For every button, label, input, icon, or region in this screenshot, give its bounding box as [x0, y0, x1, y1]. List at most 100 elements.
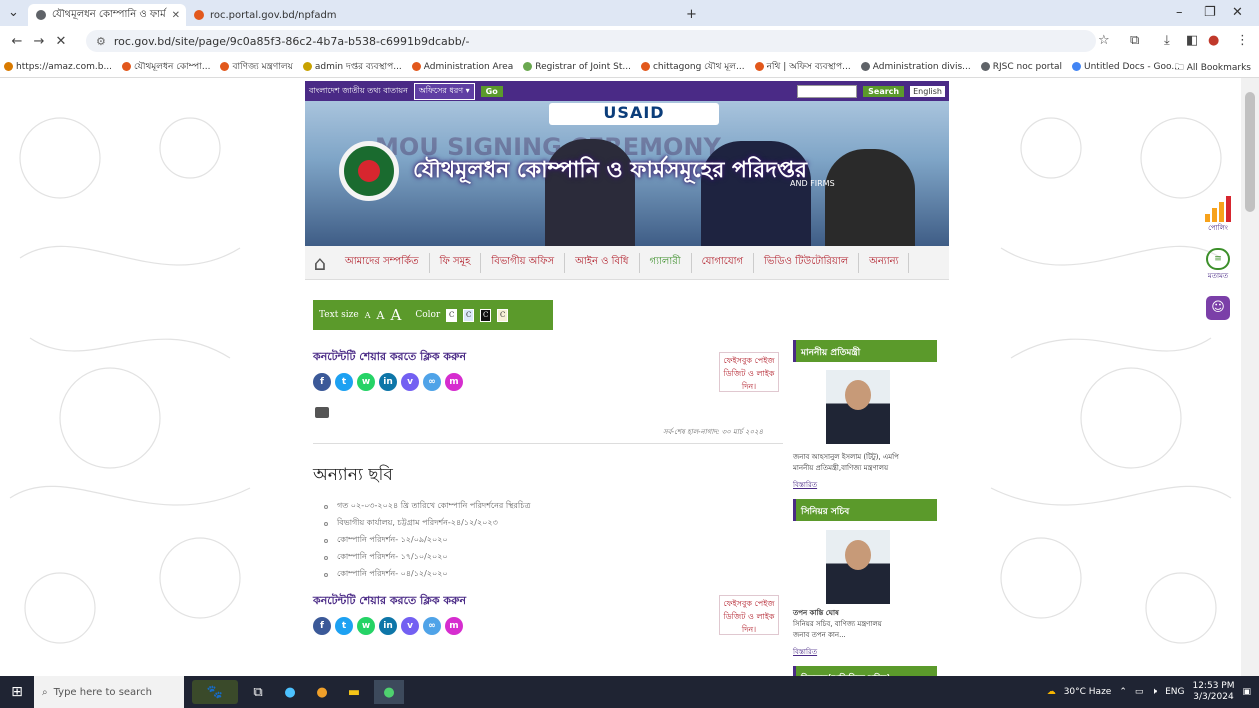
- windows-start-icon[interactable]: ⊞: [0, 684, 34, 700]
- edge-icon[interactable]: ●: [278, 680, 302, 704]
- weather-text[interactable]: 30°C Haze: [1064, 687, 1112, 697]
- new-tab-button[interactable]: +: [686, 7, 697, 22]
- viber-icon[interactable]: v: [401, 617, 419, 635]
- color-swatch-black[interactable]: C: [480, 308, 492, 322]
- list-item[interactable]: কোম্পানি পরিদর্শন- ০৪/১২/২০২০: [313, 566, 783, 583]
- whatsapp-icon[interactable]: w: [357, 373, 375, 391]
- tab-roc-site[interactable]: যৌথমূলধন কোম্পানি ও ফার্ম ✕: [28, 4, 186, 26]
- bookmark-item[interactable]: যৌথমূলধন কোম্পা...: [122, 59, 210, 74]
- task-view-icon[interactable]: ⧉: [246, 680, 270, 704]
- nav-item[interactable]: ফি সমূহ: [430, 252, 482, 273]
- tab-roc-portal[interactable]: roc.portal.gov.bd/npfadmin/pu ✕: [186, 4, 336, 26]
- chrome-icon[interactable]: ●: [374, 680, 404, 704]
- facebook-page-box[interactable]: ফেইসবুক পেইজ ডিজিট ও লাইক দিন।: [719, 352, 779, 392]
- color-swatch-yellow[interactable]: C: [497, 308, 509, 322]
- stop-icon[interactable]: ✕: [50, 34, 72, 49]
- menu-icon[interactable]: ⋮: [1236, 33, 1249, 48]
- link-icon[interactable]: ∞: [423, 373, 441, 391]
- list-item[interactable]: কোম্পানি পরিদর্শন- ১২/০৯/২০২০: [313, 532, 783, 549]
- close-tab-icon[interactable]: ✕: [172, 10, 180, 21]
- go-button[interactable]: Go: [480, 85, 503, 97]
- nav-item[interactable]: অন্যান্য: [859, 252, 910, 273]
- polling-widget[interactable]: পোলিং: [1198, 196, 1238, 234]
- close-window-icon[interactable]: ✕: [1232, 5, 1243, 20]
- accessibility-widget[interactable]: ☺: [1198, 296, 1238, 320]
- list-item[interactable]: গত ০২-০৩-২০২৪ খ্রি তারিখে কোম্পানি পরিদর…: [313, 498, 783, 515]
- bookmark-item[interactable]: নথি | অফিস ব্যবস্থাপ...: [754, 59, 851, 74]
- bookmark-item[interactable]: Administration Area: [411, 62, 513, 72]
- firefox-icon[interactable]: ●: [310, 680, 334, 704]
- tray-chevron-icon[interactable]: ⌃: [1119, 687, 1127, 697]
- facebook-icon[interactable]: f: [313, 373, 331, 391]
- home-icon[interactable]: ⌂: [305, 251, 335, 275]
- bookmark-star-icon[interactable]: ☆: [1098, 33, 1110, 48]
- widgets-icon[interactable]: 🐾: [192, 680, 238, 704]
- nav-item[interactable]: যোগাযোগ: [692, 252, 755, 273]
- list-item[interactable]: বিভাগীয় কার্যালয়, চট্টগ্রাম পরিদর্শন-২…: [313, 515, 783, 532]
- print-icon[interactable]: [315, 407, 329, 418]
- bookmark-item[interactable]: Registrar of Joint St...: [523, 62, 631, 72]
- network-icon[interactable]: ▭: [1135, 687, 1144, 697]
- color-swatch-white[interactable]: C: [446, 308, 458, 322]
- text-size-small[interactable]: A: [365, 311, 371, 320]
- profile-icon[interactable]: ●: [1208, 33, 1219, 48]
- linkedin-icon[interactable]: in: [379, 617, 397, 635]
- national-portal-label[interactable]: বাংলাদেশ জাতীয় তথ্য বাতায়ন: [309, 85, 408, 98]
- facebook-icon[interactable]: f: [313, 617, 331, 635]
- color-swatch-blue[interactable]: C: [463, 308, 475, 322]
- bookmark-item[interactable]: Untitled Docs - Goo...: [1072, 62, 1180, 72]
- tab-search-icon[interactable]: ⌄: [8, 5, 19, 20]
- nav-item[interactable]: আমাদের সম্পর্কিত: [335, 252, 430, 273]
- english-button[interactable]: English: [910, 85, 945, 97]
- search-button[interactable]: Search: [863, 85, 905, 97]
- text-size-medium[interactable]: A: [377, 309, 385, 322]
- bookmark-item[interactable]: https://amaz.com.b...: [4, 62, 112, 72]
- minimize-icon[interactable]: –: [1176, 5, 1183, 20]
- page-scrollbar[interactable]: [1241, 78, 1259, 676]
- url-field[interactable]: ⚙ roc.gov.bd/site/page/9c0a85f3-86c2-4b7…: [86, 30, 1096, 52]
- text-size-large[interactable]: A: [390, 306, 401, 324]
- notification-icon[interactable]: ▣: [1242, 687, 1251, 697]
- nav-item[interactable]: বিভাগীয় অফিস: [481, 252, 566, 273]
- file-explorer-icon[interactable]: ▬: [342, 680, 366, 704]
- site-search-input[interactable]: [797, 84, 858, 98]
- office-type-select[interactable]: অফিসের ধরণ ▾: [413, 82, 475, 100]
- scrollbar-thumb[interactable]: [1245, 92, 1255, 212]
- download-icon[interactable]: ⤓: [1164, 33, 1170, 48]
- messenger-icon[interactable]: m: [445, 617, 463, 635]
- bookmark-item[interactable]: বাণিজ্য মন্ত্রণালয়: [220, 59, 293, 74]
- minister-details-link[interactable]: বিস্তারিত: [793, 479, 817, 491]
- restore-icon[interactable]: ❐: [1204, 5, 1216, 20]
- twitter-icon[interactable]: t: [335, 617, 353, 635]
- taskbar-search[interactable]: ⌕ Type here to search: [34, 676, 184, 708]
- forward-icon[interactable]: →: [28, 34, 50, 49]
- bookmark-item[interactable]: Administration divis...: [860, 62, 971, 72]
- government-seal-logo[interactable]: [339, 141, 399, 201]
- nav-item[interactable]: আইন ও বিধি: [565, 252, 640, 273]
- extensions-icon[interactable]: ⧉: [1130, 33, 1139, 48]
- bookmark-item[interactable]: admin দপ্তর ব্যবস্থাপ...: [302, 59, 402, 74]
- twitter-icon[interactable]: t: [335, 373, 353, 391]
- list-item[interactable]: কোম্পানি পরিদর্শন- ১৭/১০/২০২০: [313, 549, 783, 566]
- secretary-details-link[interactable]: বিস্তারিত: [793, 646, 817, 658]
- messenger-icon[interactable]: m: [445, 373, 463, 391]
- feedback-widget[interactable]: ≡ মতামত: [1198, 248, 1238, 282]
- facebook-page-box[interactable]: ফেইসবুক পেইজ ডিজিট ও লাইক দিন।: [719, 595, 779, 635]
- linkedin-icon[interactable]: in: [379, 373, 397, 391]
- sidepanel-icon[interactable]: ◧: [1186, 33, 1198, 48]
- weather-icon[interactable]: ☁: [1047, 687, 1056, 697]
- site-title[interactable]: যৌথমূলধন কোম্পানি ও ফার্মসমূহের পরিদপ্তর: [413, 153, 807, 190]
- whatsapp-icon[interactable]: w: [357, 617, 375, 635]
- bookmark-item[interactable]: chittagong যৌথ মূল...: [640, 59, 745, 74]
- nav-item[interactable]: গ্যালারী: [640, 252, 692, 273]
- viber-icon[interactable]: v: [401, 373, 419, 391]
- clock[interactable]: 12:53 PM 3/3/2024: [1192, 681, 1234, 703]
- link-icon[interactable]: ∞: [423, 617, 441, 635]
- language-indicator[interactable]: ENG: [1165, 687, 1184, 697]
- site-info-icon[interactable]: ⚙: [96, 35, 106, 48]
- back-icon[interactable]: ←: [6, 34, 28, 49]
- nav-item[interactable]: ভিডিও টিউটোরিয়াল: [754, 252, 860, 273]
- volume-icon[interactable]: 🕨: [1151, 687, 1157, 697]
- all-bookmarks-link[interactable]: 🗀 All Bookmarks: [1175, 60, 1251, 76]
- bookmark-item[interactable]: RJSC noc portal: [980, 62, 1062, 72]
